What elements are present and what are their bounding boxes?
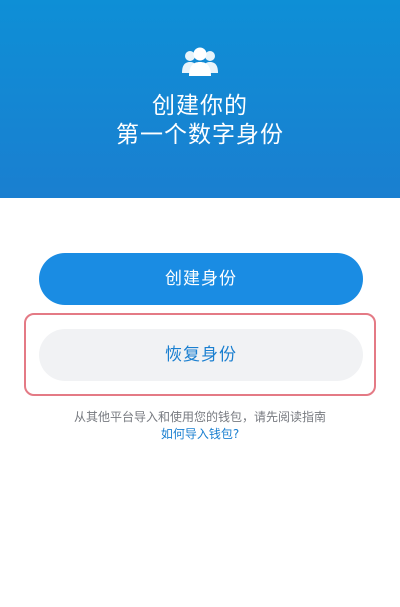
import-guide-link[interactable]: 如何导入钱包? [0,426,400,442]
create-identity-button[interactable]: 创建身份 [39,253,363,305]
people-icon [182,47,218,76]
identity-onboarding-screen: 创建你的 第一个数字身份 创建身份 恢复身份 从其他平台导入和使用您的钱包，请先… [0,0,400,607]
import-hint-text: 从其他平台导入和使用您的钱包，请先阅读指南 [73,410,326,424]
hero-title-line2: 第一个数字身份 [116,122,284,148]
restore-identity-button[interactable]: 恢复身份 [39,329,363,381]
hero-title-line1: 创建你的 [152,93,248,119]
hero-header: 创建你的 第一个数字身份 [0,0,400,198]
